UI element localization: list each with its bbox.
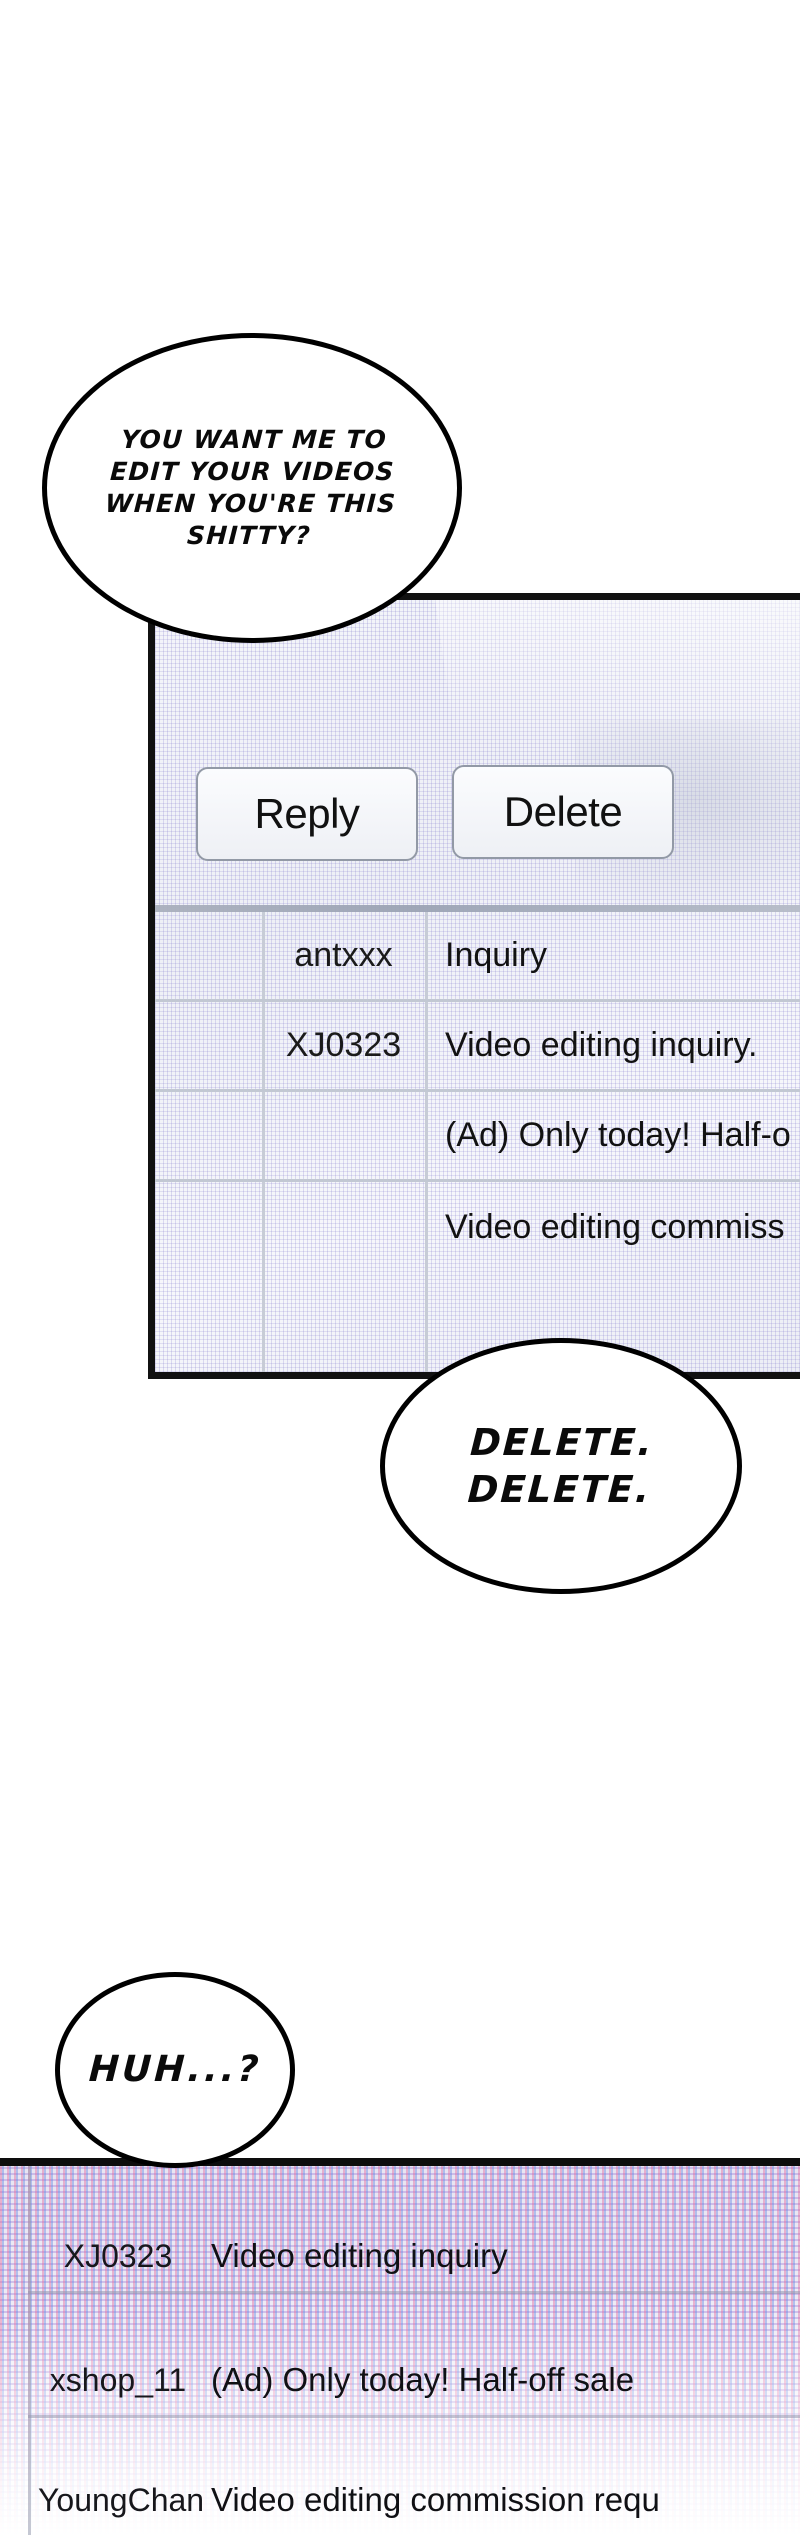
speech-bubble-huh: HUH...? xyxy=(55,1972,295,2168)
row-user: XJ0323 xyxy=(63,2238,173,2274)
row-title: Inquiry xyxy=(445,936,548,974)
row-title: (Ad) Only today! Half-o xyxy=(445,1116,791,1154)
row-title: (Ad) Only today! Half-off sale xyxy=(211,2361,635,2398)
row-title: Video editing inquiry xyxy=(211,2237,508,2274)
message-toolbar: Reply Delete xyxy=(155,600,800,905)
row-title: Video editing inquiry. xyxy=(445,1026,758,1064)
bubble-line: WHEN YOU'RE THIS xyxy=(104,489,398,518)
reply-button[interactable]: Reply xyxy=(196,767,418,861)
bubble-line: DELETE. xyxy=(469,1420,656,1464)
row-user: xshop_11 xyxy=(49,2362,187,2398)
bubble-line: YOU WANT ME TO xyxy=(120,425,389,454)
row-title: Video editing commission requ xyxy=(211,2481,660,2518)
table-row[interactable]: XJ0323 Video editing inquiry. xyxy=(155,1002,800,1092)
table-row[interactable]: antxxx Inquiry xyxy=(155,912,800,1002)
table-row[interactable]: XJ0323 Video editing inquiry xyxy=(28,2166,800,2294)
delete-button[interactable]: Delete xyxy=(452,765,674,859)
speech-bubble-huh-text: HUH...? xyxy=(88,2047,263,2093)
message-table-top: antxxx Inquiry XJ0323 Video editing inqu… xyxy=(155,912,800,1372)
table-row[interactable]: (Ad) Only today! Half-o xyxy=(155,1092,800,1182)
row-user: antxxx xyxy=(294,936,393,974)
speech-bubble-insult: YOU WANT ME TO EDIT YOUR VIDEOS WHEN YOU… xyxy=(42,333,462,643)
toolbar-divider xyxy=(155,905,800,912)
speech-bubble-insult-text: YOU WANT ME TO EDIT YOUR VIDEOS WHEN YOU… xyxy=(57,424,447,552)
panel-monitor-bottom: XJ0323 Video editing inquiry xshop_11 (A… xyxy=(0,2158,800,2535)
speech-bubble-delete-text: DELETE. DELETE. xyxy=(467,1419,655,1514)
table-row[interactable]: YoungChan Video editing commission requ xyxy=(28,2418,800,2535)
bubble-line: HUH...? xyxy=(87,2048,263,2090)
panel-monitor-top: Reply Delete antxxx Inquiry XJ0323 Video… xyxy=(148,593,800,1379)
bubble-line: DELETE. xyxy=(466,1468,653,1511)
comic-page: Reply Delete antxxx Inquiry XJ0323 Video… xyxy=(0,0,800,2535)
table-row[interactable]: Video editing commiss xyxy=(155,1182,800,1272)
row-title: Video editing commiss xyxy=(445,1207,785,1246)
row-user: YoungChan xyxy=(38,2482,205,2518)
bubble-line: SHITTY? xyxy=(186,521,313,550)
table-row[interactable]: xshop_11 (Ad) Only today! Half-off sale xyxy=(28,2294,800,2418)
bubble-line: EDIT YOUR VIDEOS xyxy=(109,457,396,486)
speech-bubble-delete: DELETE. DELETE. xyxy=(380,1338,742,1594)
row-user: XJ0323 xyxy=(285,1026,402,1064)
